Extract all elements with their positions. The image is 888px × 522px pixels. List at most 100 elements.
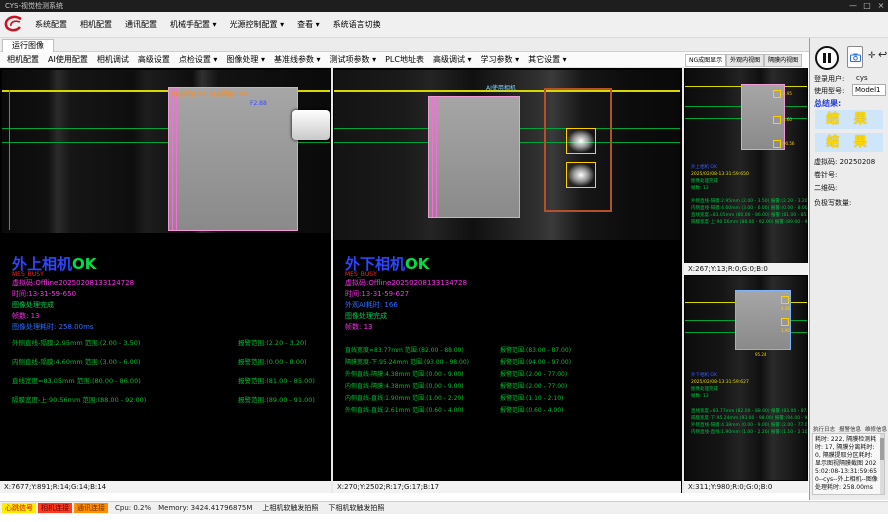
tool-learning-params[interactable]: 学习参数 ▾ bbox=[481, 54, 520, 65]
marker-value: 1.90 bbox=[781, 328, 790, 333]
marker-value: 4.60 bbox=[783, 117, 792, 122]
mid-time: 时间:13-31-59-627 bbox=[345, 289, 665, 300]
left-frame-count: 帧数: 13 bbox=[12, 311, 332, 322]
measure-row: 内侧直线-隔膜:4.60mm 范围:(3.00 - 6.00)报警范围:(0.0… bbox=[12, 356, 332, 375]
login-user-label: 登录用户: bbox=[814, 74, 844, 84]
measure-row: 外侧直线-隔膜:4.38mm 范围:(0.00 - 9.00)报警范围:(2.0… bbox=[345, 369, 675, 381]
mini-line: 图像处理完成 bbox=[691, 178, 807, 185]
view-divider bbox=[682, 68, 684, 493]
alarm-range: 报警范围:(0.60 - 4.00) bbox=[500, 407, 563, 414]
plus-icon[interactable]: ✛ bbox=[868, 51, 876, 61]
anode-count-label: 负极写数量: bbox=[814, 198, 851, 208]
scrollbar-thumb[interactable] bbox=[880, 438, 884, 460]
marker-value: 90.56 bbox=[783, 141, 794, 146]
left-process-done: 图像处理完成 bbox=[12, 300, 332, 311]
mini-line: 直线宽度=83.77mm (82.00 - 88.00) 报警:(83.00 -… bbox=[691, 408, 807, 415]
right-small-view-1[interactable]: 2.95 4.60 90.56 外上相机 OK 2025/02/08-13:31… bbox=[685, 68, 807, 263]
edge-magenta-line bbox=[172, 88, 173, 230]
heartbeat-status-badge: 心跳信号 bbox=[2, 503, 36, 513]
model-value-field[interactable]: Model1 bbox=[852, 84, 886, 96]
tab-ng-image[interactable]: NG成图显示 bbox=[685, 54, 726, 67]
tool-other-settings[interactable]: 其它设置 ▾ bbox=[528, 54, 567, 65]
mid-pixel-readout: X:270;Y:2502;R:17;G:17;B:17 bbox=[337, 483, 439, 491]
pause-button[interactable] bbox=[815, 46, 839, 70]
undo-arrow-icon[interactable]: ↩ bbox=[878, 50, 887, 60]
measure-marker-label: F2.88 bbox=[250, 100, 267, 107]
marker-box bbox=[781, 318, 789, 326]
tool-image-processing[interactable]: 图像处理 ▾ bbox=[226, 54, 265, 65]
mini-line: 2025/02/08-13:31:59:650 bbox=[691, 171, 807, 178]
measure-row: 外侧直线-直线:2.61mm 范围:(0.60 - 4.00)报警范围:(0.6… bbox=[345, 405, 675, 417]
log-scrollbar[interactable] bbox=[880, 434, 884, 494]
menu-comm-config[interactable]: 通讯配置 bbox=[125, 19, 157, 30]
measure-row: 直线宽度=83.77mm 范围:(82.00 - 88.00)报警范围:(83.… bbox=[345, 345, 675, 357]
mini-result-text: 外下相机 OK 2025/02/08-13:31:59:627 图像处理完成 帧… bbox=[691, 372, 807, 436]
log-tab-run[interactable]: 执行日志 bbox=[813, 425, 835, 433]
virtual-code-label: 虚拟码: 20250208 bbox=[814, 157, 875, 167]
app-logo-icon bbox=[3, 14, 25, 36]
log-tab-maintenance[interactable]: 维修信息 bbox=[865, 425, 887, 433]
tool-test-params[interactable]: 测试项参数 ▾ bbox=[330, 54, 377, 65]
tool-advanced-settings[interactable]: 高级设置 bbox=[138, 54, 170, 65]
menu-robot-config[interactable]: 机械手配置 ▾ bbox=[170, 19, 217, 30]
ai-camera-label: AI使用相机 bbox=[486, 83, 516, 92]
right-view-tabs: NG成图显示 外观内视图 隔膜内视图 bbox=[685, 54, 808, 67]
measure-value: 外侧直线-直线:2.61mm 范围:(0.60 - 4.00) bbox=[345, 405, 500, 414]
measure-value: 隔膜宽度-下:95.24mm 范围:(93.00 - 98.00) bbox=[345, 357, 500, 366]
tab-separator-view[interactable]: 隔膜内视图 bbox=[764, 54, 802, 67]
led-glow bbox=[568, 130, 594, 152]
mid-frame-count: 帧数: 13 bbox=[345, 322, 665, 333]
camera-icon bbox=[850, 53, 861, 62]
alarm-range: 报警范围:(1.10 - 2.10) bbox=[500, 395, 563, 402]
alarm-range: 报警范围:(2.00 - 77.00) bbox=[500, 383, 567, 390]
upper-camera-trigger-button[interactable]: 上相机软触发拍照 bbox=[262, 503, 318, 513]
app-window: CYS-视觉检测系统 — □ × 系统配置 相机配置 通讯配置 机械手配置 ▾ … bbox=[0, 0, 888, 522]
alarm-range: 报警范围:(94.00 - 97.00) bbox=[500, 359, 571, 366]
menu-light-config[interactable]: 光源控制配置 ▾ bbox=[230, 19, 285, 30]
measure-value: 内侧直线-直线:1.90mm 范围:(1.00 - 2.20) bbox=[345, 393, 500, 402]
marker-box bbox=[773, 90, 781, 98]
tool-spot-check[interactable]: 点检设置 ▾ bbox=[179, 54, 218, 65]
measure-row: 隔膜宽度-上:90.56mm 范围:(88.00 - 92.00)报警范围:(8… bbox=[12, 394, 332, 413]
lower-camera-trigger-button[interactable]: 下相机软触发拍照 bbox=[328, 503, 384, 513]
tool-advanced-debug[interactable]: 高级调试 ▾ bbox=[433, 54, 472, 65]
measure-row: 内侧直线-隔膜:4.38mm 范围:(0.00 - 9.00)报警范围:(2.0… bbox=[345, 381, 675, 393]
tool-plc-address[interactable]: PLC地址表 bbox=[385, 54, 424, 65]
left-time: 时间:13-31-59-650 bbox=[12, 289, 332, 300]
manual-capture-button[interactable] bbox=[847, 46, 863, 68]
marker-value: 95.24 bbox=[755, 352, 766, 357]
log-tab-alarm[interactable]: 报警信息 bbox=[839, 425, 861, 433]
result-box-lower: 结 果 bbox=[815, 133, 883, 152]
menu-system-config[interactable]: 系统配置 bbox=[35, 19, 67, 30]
maximize-icon[interactable]: □ bbox=[860, 0, 874, 12]
tool-ai-use-config[interactable]: AI使用配置 bbox=[48, 54, 88, 65]
login-user-value: cys bbox=[856, 74, 868, 82]
menu-language-switch[interactable]: 系统语言切换 bbox=[333, 19, 381, 30]
mini-line: 内侧直线-隔膜:4.60mm (3.00 - 6.00) 报警:(0.00 - … bbox=[691, 205, 807, 212]
left-measurement-table: 外侧直线-隔膜:2.95mm 范围:(2.00 - 3.50)报警范围:(2.2… bbox=[12, 337, 332, 413]
measure-row: 内侧直线-直线:1.90mm 范围:(1.00 - 2.20)报警范围:(1.1… bbox=[345, 393, 675, 405]
qrcode-label: 二维码: bbox=[814, 183, 837, 193]
tab-appearance-view[interactable]: 外观内视图 bbox=[726, 54, 764, 67]
minimize-icon[interactable]: — bbox=[846, 0, 860, 12]
log-tabs: 执行日志 报警信息 维修信息 bbox=[813, 425, 887, 433]
mid-camera-view[interactable]: AI使用相机 bbox=[334, 70, 680, 240]
tool-camera-debug[interactable]: 相机调试 bbox=[97, 54, 129, 65]
left-result-block: 外上相机OK MES_BUSY 虚拟码:Offline2025020813312… bbox=[12, 253, 332, 333]
measure-value: 外侧直线-隔膜:4.38mm 范围:(0.00 - 9.00) bbox=[345, 369, 500, 378]
edge-magenta-line bbox=[436, 97, 437, 217]
menu-view[interactable]: 查看 ▾ bbox=[297, 19, 320, 30]
menu-camera-config[interactable]: 相机配置 bbox=[80, 19, 112, 30]
mini-line: 外下相机 OK bbox=[691, 372, 807, 379]
mid-process-done: 图像处理完成 bbox=[345, 311, 665, 322]
cell-block: 静态阈值:93, 动态阈值:100 bbox=[168, 87, 298, 231]
measure-value: 外侧直线-隔膜:2.95mm 范围:(2.00 - 3.50) bbox=[12, 337, 238, 347]
close-icon[interactable]: × bbox=[874, 0, 888, 12]
tool-camera-config[interactable]: 相机配置 bbox=[7, 54, 39, 65]
tab-run-image[interactable]: 运行图像 bbox=[2, 39, 54, 53]
model-label: 使用型号: bbox=[814, 86, 844, 96]
left-camera-view[interactable]: 静态阈值:93, 动态阈值:100 F2.88 bbox=[2, 70, 330, 233]
measure-value: 内侧直线-隔膜:4.60mm 范围:(3.00 - 6.00) bbox=[12, 356, 238, 366]
tool-baseline-params[interactable]: 基准线参数 ▾ bbox=[274, 54, 321, 65]
right-small-view-2[interactable]: 95.24 4.38 1.90 外下相机 OK 2025/02/08-13:31… bbox=[685, 276, 807, 480]
